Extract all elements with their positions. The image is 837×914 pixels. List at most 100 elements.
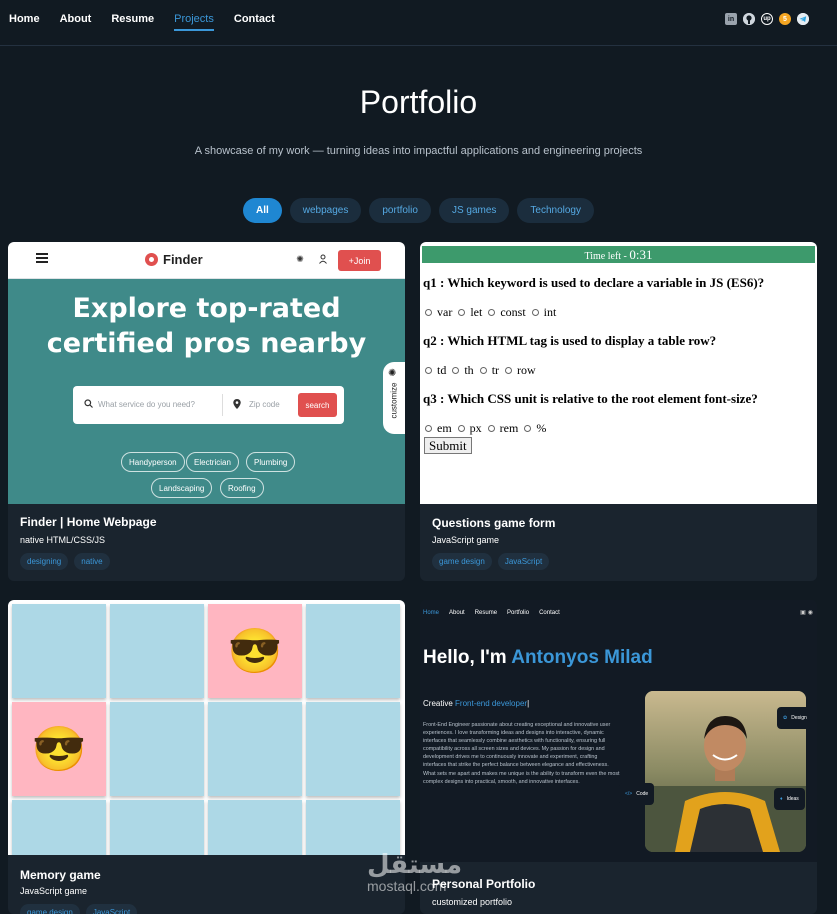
question-2-options: td th tr row (425, 363, 536, 378)
memory-tile-flipped: 😎 (208, 604, 302, 698)
quiz-form: Time left - 0:31 q1 : Which keyword is u… (420, 242, 817, 504)
question-1-options: var let const int (425, 305, 556, 320)
preview-hero-heading: Hello, I'm Antonyos Milad (423, 646, 653, 669)
join-button: +Join (338, 250, 381, 271)
memory-board: 😎 😎 (8, 600, 405, 855)
question-3: q3 : Which CSS unit is relative to the r… (423, 391, 758, 406)
nav-contact[interactable]: Contact (234, 13, 275, 25)
upwork-icon[interactable]: up (761, 13, 773, 25)
badge-label: Design (791, 715, 807, 721)
option-label: var (437, 305, 453, 319)
radio-icon (458, 309, 466, 316)
linkedin-icon[interactable]: in (725, 13, 737, 25)
sunglasses-face-icon: 😎 (31, 725, 87, 774)
finder-logo: Finder (145, 252, 203, 267)
option: rem (487, 421, 518, 436)
preview-hello: Hello, I'm (423, 647, 512, 668)
memory-tile (12, 800, 106, 855)
category-chip: Landscaping (151, 478, 213, 498)
option-label: % (536, 421, 547, 435)
tag: designing (20, 553, 69, 570)
finder-search-box: What service do you need? Zip code searc… (73, 386, 344, 424)
badge-label: Ideas (786, 796, 799, 802)
option: % (524, 421, 546, 436)
radio-icon (487, 425, 495, 432)
location-pin-icon (233, 399, 241, 411)
project-card-personal-portfolio[interactable]: Home About Resume Portfolio Contact ▣◉ H… (420, 600, 817, 914)
radio-icon (524, 425, 532, 432)
lightbulb-icon: ♦ (780, 796, 783, 802)
design-badge: ✿ Design (777, 707, 813, 729)
memory-tile (110, 800, 204, 855)
option: row (505, 363, 536, 378)
filter-js-games[interactable]: JS games (438, 198, 510, 223)
option-label: int (543, 305, 557, 319)
preview-nav-item: About (449, 610, 465, 616)
option: int (531, 305, 557, 320)
option-label: th (464, 363, 474, 377)
nav-resume[interactable]: Resume (111, 13, 154, 25)
question-2: q2 : Which HTML tag is used to display a… (423, 333, 717, 348)
page-title: Portfolio (359, 84, 478, 120)
category-chip: Plumbing (246, 452, 296, 472)
timer-label: Time left - (584, 251, 630, 262)
radio-icon (457, 425, 465, 432)
timer-value: 0:31 (629, 247, 653, 262)
project-card-finder[interactable]: Finder ✺ +Join Explore top-rated certifi… (8, 242, 405, 581)
card-title[interactable]: Questions game form (432, 516, 555, 530)
design-icon: ✿ (783, 715, 788, 721)
timer-bar: Time left - 0:31 (422, 246, 815, 263)
submit-button: Submit (424, 437, 472, 454)
preview-role-title: Front-end developer (455, 699, 528, 708)
question-3-options: em px rem % (425, 421, 546, 436)
option: px (457, 421, 482, 436)
filter-all[interactable]: All (242, 198, 282, 223)
portfolio-thumbnail: Home About Resume Portfolio Contact ▣◉ H… (420, 600, 817, 864)
option: th (452, 363, 474, 378)
card-tags: game design JavaScript (432, 553, 550, 570)
page-subtitle: A showcase of my work — turning ideas in… (194, 145, 643, 157)
option-label: px (469, 421, 482, 435)
hero-title-line-1: Explore top-rated (72, 293, 341, 324)
memory-tile (306, 800, 400, 855)
top-navbar: Home About Resume Projects Contact in up… (0, 0, 837, 46)
card-title[interactable]: Memory game (20, 868, 101, 882)
portfolio-preview: Home About Resume Portfolio Contact ▣◉ H… (420, 600, 817, 862)
nav-home[interactable]: Home (9, 13, 40, 25)
finder-logo-icon (145, 253, 158, 266)
filter-portfolio[interactable]: portfolio (369, 198, 431, 223)
nav-projects[interactable]: Projects (174, 13, 214, 31)
card-tags: designing native (20, 553, 110, 570)
tag: native (74, 553, 110, 570)
option-label: const (500, 305, 526, 319)
finder-brand: Finder (163, 252, 203, 267)
memory-tile (110, 604, 204, 698)
preview-name: Antonyos Milad (511, 647, 653, 668)
tag: game design (20, 904, 80, 914)
filter-technology[interactable]: Technology (517, 198, 594, 223)
github-icon[interactable] (743, 13, 755, 25)
memory-thumbnail: 😎 😎 (8, 600, 405, 855)
fiverr-icon[interactable]: 5 (779, 13, 791, 25)
telegram-icon[interactable] (797, 13, 809, 25)
radio-icon (425, 367, 432, 374)
card-title[interactable]: Finder | Home Webpage (20, 515, 157, 529)
nav-about[interactable]: About (60, 13, 92, 25)
customize-label: customize (389, 382, 399, 419)
project-card-memory-game[interactable]: 😎 😎 Memory game JavaScript game game des… (8, 600, 405, 914)
preview-role-prefix: Creative (423, 699, 456, 708)
search-divider (222, 394, 223, 416)
nav-links: Home About Resume Projects Contact (9, 13, 275, 31)
memory-tile (208, 702, 302, 796)
code-icon: </> (625, 791, 633, 797)
project-card-questions-game[interactable]: Time left - 0:31 q1 : Which keyword is u… (420, 242, 817, 581)
filter-webpages[interactable]: webpages (289, 198, 362, 223)
finder-search-button: search (298, 393, 337, 417)
radio-icon (479, 367, 487, 374)
preview-role-cursor: | (527, 699, 530, 708)
preview-nav-item: Portfolio (507, 610, 530, 616)
sunglasses-face-icon: 😎 (227, 627, 283, 676)
user-icon (318, 254, 328, 264)
search-icon (84, 399, 93, 410)
customize-tab: ✺ customize (383, 362, 405, 434)
